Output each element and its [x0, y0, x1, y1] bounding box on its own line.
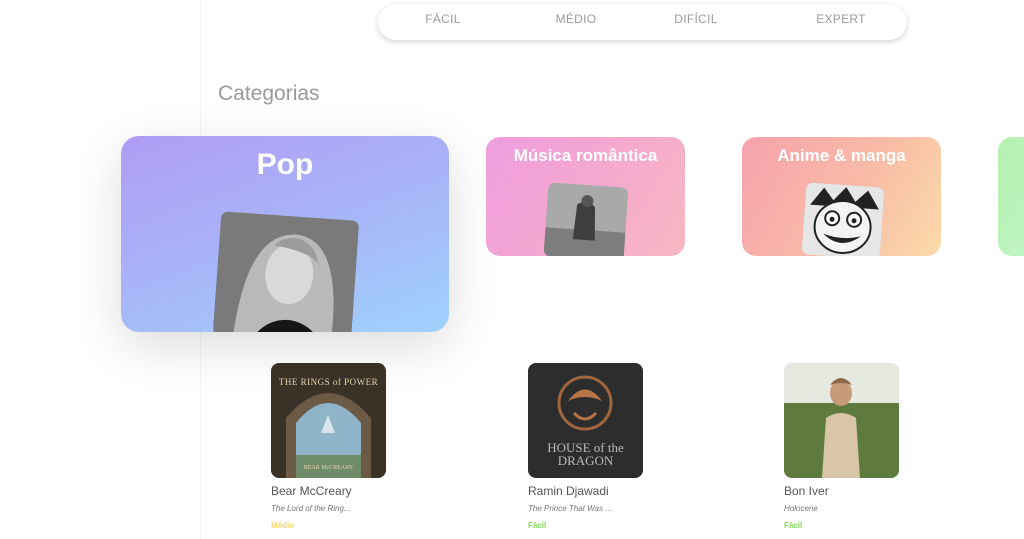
album-artist: Bon Iver	[784, 484, 829, 498]
category-card-pop[interactable]: Pop	[121, 136, 449, 332]
album-difficulty: Médio	[271, 521, 295, 530]
album-item[interactable]: Bon Iver Holocene Fácil	[784, 363, 900, 530]
romance-couple-image	[543, 182, 629, 256]
album-cover: THE RINGS of POWER BEAR McCREARY	[271, 363, 386, 478]
difficulty-tab-easy[interactable]: FÁCIL	[425, 4, 461, 40]
album-track: The Prince That Was ...	[528, 504, 612, 513]
difficulty-tab-medium[interactable]: MÉDIO	[556, 4, 597, 40]
anime-character-image	[801, 182, 885, 256]
album-artist: Bear McCreary	[271, 484, 352, 498]
category-card-partial[interactable]	[998, 137, 1024, 256]
category-card-title: Música romântica	[513, 146, 658, 165]
album-cover: HOUSE of the DRAGON	[528, 363, 643, 478]
pop-singer-image	[212, 211, 360, 332]
difficulty-tab-expert[interactable]: EXPERT	[816, 4, 866, 40]
categories-title: Categorias	[218, 82, 320, 105]
category-card-title: Anime & manga	[777, 146, 906, 165]
category-card-title: Pop	[256, 148, 314, 181]
cover-title: HOUSE of the DRAGON	[547, 440, 624, 468]
album-track: Holocene	[784, 504, 818, 513]
cover-artist: BEAR McCREARY	[303, 465, 354, 471]
album-artist: Ramin Djawadi	[528, 484, 609, 498]
category-card-romance[interactable]: Música romântica	[486, 137, 685, 256]
difficulty-selector: FÁCIL MÉDIO DIFÍCIL EXPERT	[378, 4, 907, 40]
album-item[interactable]: HOUSE of the DRAGON Ramin Djawadi The Pr…	[528, 363, 644, 530]
album-difficulty: Fácil	[528, 521, 547, 530]
difficulty-tab-hard[interactable]: DIFÍCIL	[674, 4, 717, 40]
album-track: The Lord of the Ring...	[271, 504, 351, 513]
album-difficulty: Fácil	[784, 521, 803, 530]
album-item[interactable]: THE RINGS of POWER BEAR McCREARY Bear Mc…	[271, 363, 387, 530]
cover-title: THE RINGS of POWER	[278, 377, 379, 387]
category-card-anime[interactable]: Anime & manga	[742, 137, 941, 256]
album-cover	[784, 363, 899, 478]
